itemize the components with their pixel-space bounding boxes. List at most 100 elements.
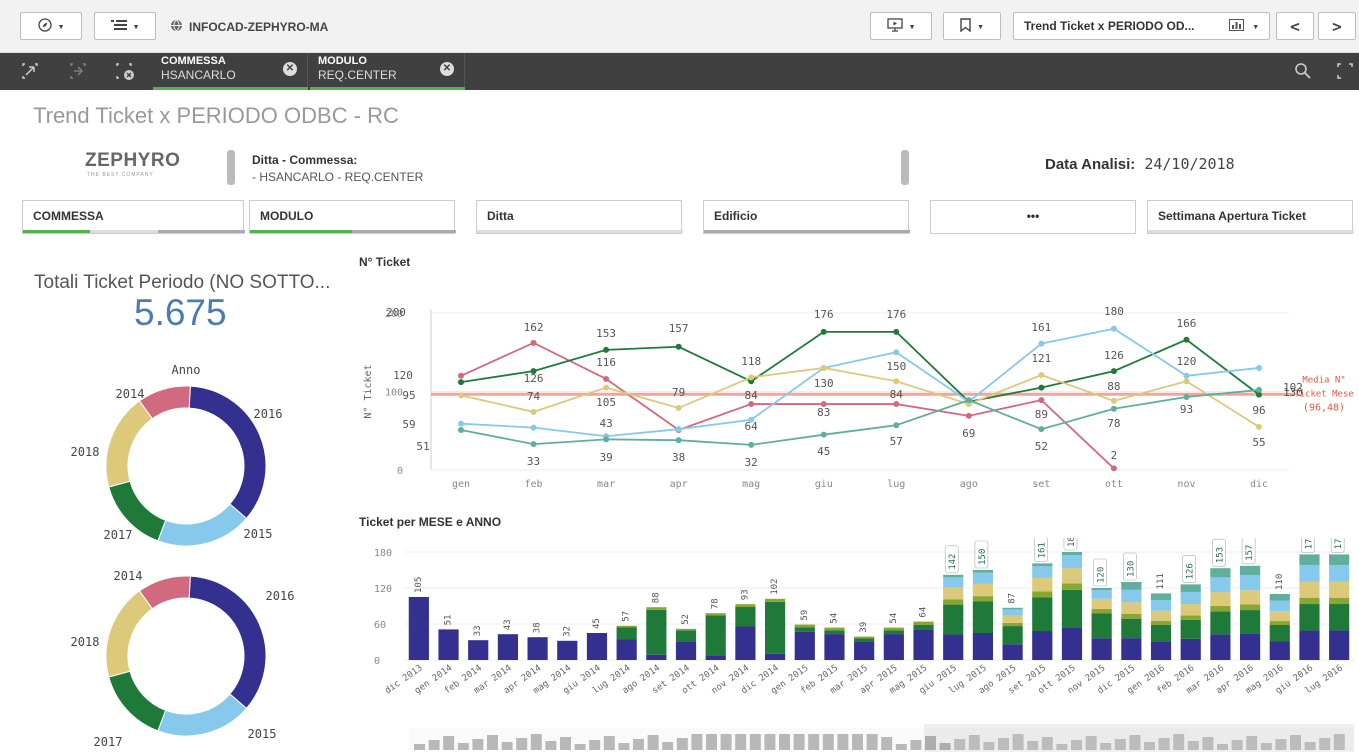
- bookmark-button[interactable]: ▾: [943, 12, 1001, 40]
- data-point: [1110, 397, 1117, 404]
- bar-segment: [1180, 615, 1201, 620]
- scrollbar-mini-bar: [501, 742, 513, 750]
- clear-all-selections-icon[interactable]: [114, 61, 136, 85]
- scrollbar-mini-bar: [589, 740, 601, 750]
- data-point: [675, 426, 682, 433]
- bar-segment: [1032, 631, 1053, 660]
- filter-ditta[interactable]: Ditta: [476, 200, 683, 234]
- data-label: 126: [524, 372, 544, 385]
- series-line-2017: [460, 389, 1260, 446]
- caret-down-icon: ▾: [1252, 19, 1259, 33]
- bar-segment: [1329, 630, 1350, 660]
- line-chart[interactable]: 0 100 200 N° Ticket gen feb mar apr mag giu lug ago…: [359, 265, 1359, 510]
- sheet-selector[interactable]: Trend Ticket x PERIODO OD... ▾: [1013, 12, 1270, 40]
- bar-value-label: 110: [1275, 574, 1285, 590]
- step-forward-icon[interactable]: [68, 61, 88, 85]
- bar-value-label: 64: [919, 607, 929, 618]
- bar-value-label: 161: [1033, 538, 1048, 562]
- selection-modulo[interactable]: MODULO REQ.CENTER ✕: [310, 53, 465, 90]
- data-point: [748, 441, 755, 448]
- sheet-title: Trend Ticket x PERIODO ODBC - RC: [33, 103, 399, 128]
- scrollbar-mini-bar: [428, 740, 440, 750]
- data-point: [820, 431, 827, 438]
- bar-segment: [1329, 564, 1350, 582]
- global-menu-button[interactable]: ▾: [94, 12, 156, 40]
- donut-slice-2018: [105, 400, 153, 488]
- data-point: [820, 328, 827, 335]
- bar-value-label: 153: [1212, 538, 1226, 567]
- scrollbar-mini-bar: [808, 734, 820, 750]
- ditta-commessa: Ditta - Commessa: - HSANCARLO - REQ.CENT…: [252, 153, 423, 184]
- data-point: [1256, 386, 1262, 393]
- bar-value-text: 59: [800, 610, 810, 621]
- data-point: [603, 375, 610, 382]
- data-point: [893, 422, 900, 429]
- filter-commessa[interactable]: COMMESSA: [22, 200, 245, 234]
- bar-value-label: 39: [859, 622, 869, 633]
- data-label: 153: [596, 327, 616, 340]
- bar-segment: [794, 624, 815, 628]
- data-label: 74: [527, 390, 541, 403]
- selection-commessa[interactable]: COMMESSA HSANCARLO ✕: [153, 53, 308, 90]
- bar-segment: [1150, 620, 1172, 625]
- next-sheet-button[interactable]: >: [1318, 12, 1356, 40]
- bar-segment: [408, 597, 429, 660]
- bar-value-text: 64: [919, 607, 929, 618]
- bar-segment: [1269, 611, 1290, 622]
- filter-edificio[interactable]: Edificio: [703, 200, 910, 234]
- data-label: 157: [669, 322, 689, 335]
- clear-selection-icon[interactable]: ✕: [440, 62, 454, 76]
- scrollbar-mini-bar: [618, 743, 630, 750]
- previous-sheet-button[interactable]: <: [1276, 12, 1314, 40]
- x-tick-label: apr: [670, 479, 688, 490]
- expand-icon[interactable]: [1336, 62, 1354, 84]
- bar-value-label: 54: [889, 613, 899, 624]
- kpi-title: Totali Ticket Periodo (NO SOTTO...: [34, 272, 331, 293]
- bar-segment: [1061, 552, 1083, 556]
- data-point: [748, 374, 755, 381]
- bar-segment: [972, 583, 993, 597]
- bar-segment: [675, 630, 697, 642]
- bar-segment: [1269, 625, 1290, 642]
- scrollbar-mini-bar: [749, 734, 761, 750]
- bar-value-text: 102: [770, 579, 780, 595]
- bar-segment: [1269, 641, 1290, 660]
- data-label: 120: [393, 369, 413, 382]
- bar-chart[interactable]: 060120180105dic 201351gen 201433feb 2014…: [359, 538, 1359, 753]
- bar-segment: [616, 639, 637, 660]
- bar-segment: [765, 601, 786, 654]
- donut-label: 2014: [116, 387, 145, 401]
- smart-search-icon[interactable]: [20, 61, 40, 85]
- filter-more[interactable]: •••: [930, 200, 1136, 234]
- bar-segment: [1032, 566, 1053, 578]
- filter-modulo[interactable]: MODULO: [249, 200, 456, 234]
- data-label: 32: [745, 456, 758, 469]
- x-tick-label: mar: [597, 479, 615, 490]
- donut-label: 2017: [94, 735, 123, 749]
- data-label: 57: [890, 435, 903, 448]
- bar-segment: [943, 587, 964, 600]
- data-label: 180: [1104, 305, 1124, 318]
- clear-selection-icon[interactable]: ✕: [283, 62, 297, 76]
- navigation-menu-button[interactable]: ▾: [20, 12, 82, 40]
- bar-segment: [1299, 630, 1320, 660]
- data-label: 161: [1031, 321, 1051, 334]
- present-button[interactable]: ▾: [870, 12, 932, 40]
- bar-segment: [1329, 604, 1350, 631]
- donut-slice-2015: [157, 693, 248, 737]
- data-point: [1183, 378, 1190, 385]
- bar-value-text: 130: [1126, 561, 1136, 577]
- app-title: INFOCAD-ZEPHYRO-MA: [170, 19, 328, 35]
- bar-segment: [675, 641, 697, 660]
- bar-segment: [1180, 638, 1201, 660]
- bar-value-text: 153: [1215, 547, 1225, 563]
- search-icon[interactable]: [1294, 62, 1312, 84]
- bar-segment: [1091, 590, 1112, 599]
- bar-segment: [1180, 584, 1201, 592]
- data-point: [603, 346, 610, 353]
- bar-value-label: 157: [1241, 538, 1256, 565]
- bar-segment: [1032, 597, 1053, 632]
- bar-segment: [1240, 610, 1261, 634]
- filter-settimana[interactable]: Settimana Apertura Ticket: [1147, 200, 1354, 234]
- data-point: [1110, 368, 1117, 375]
